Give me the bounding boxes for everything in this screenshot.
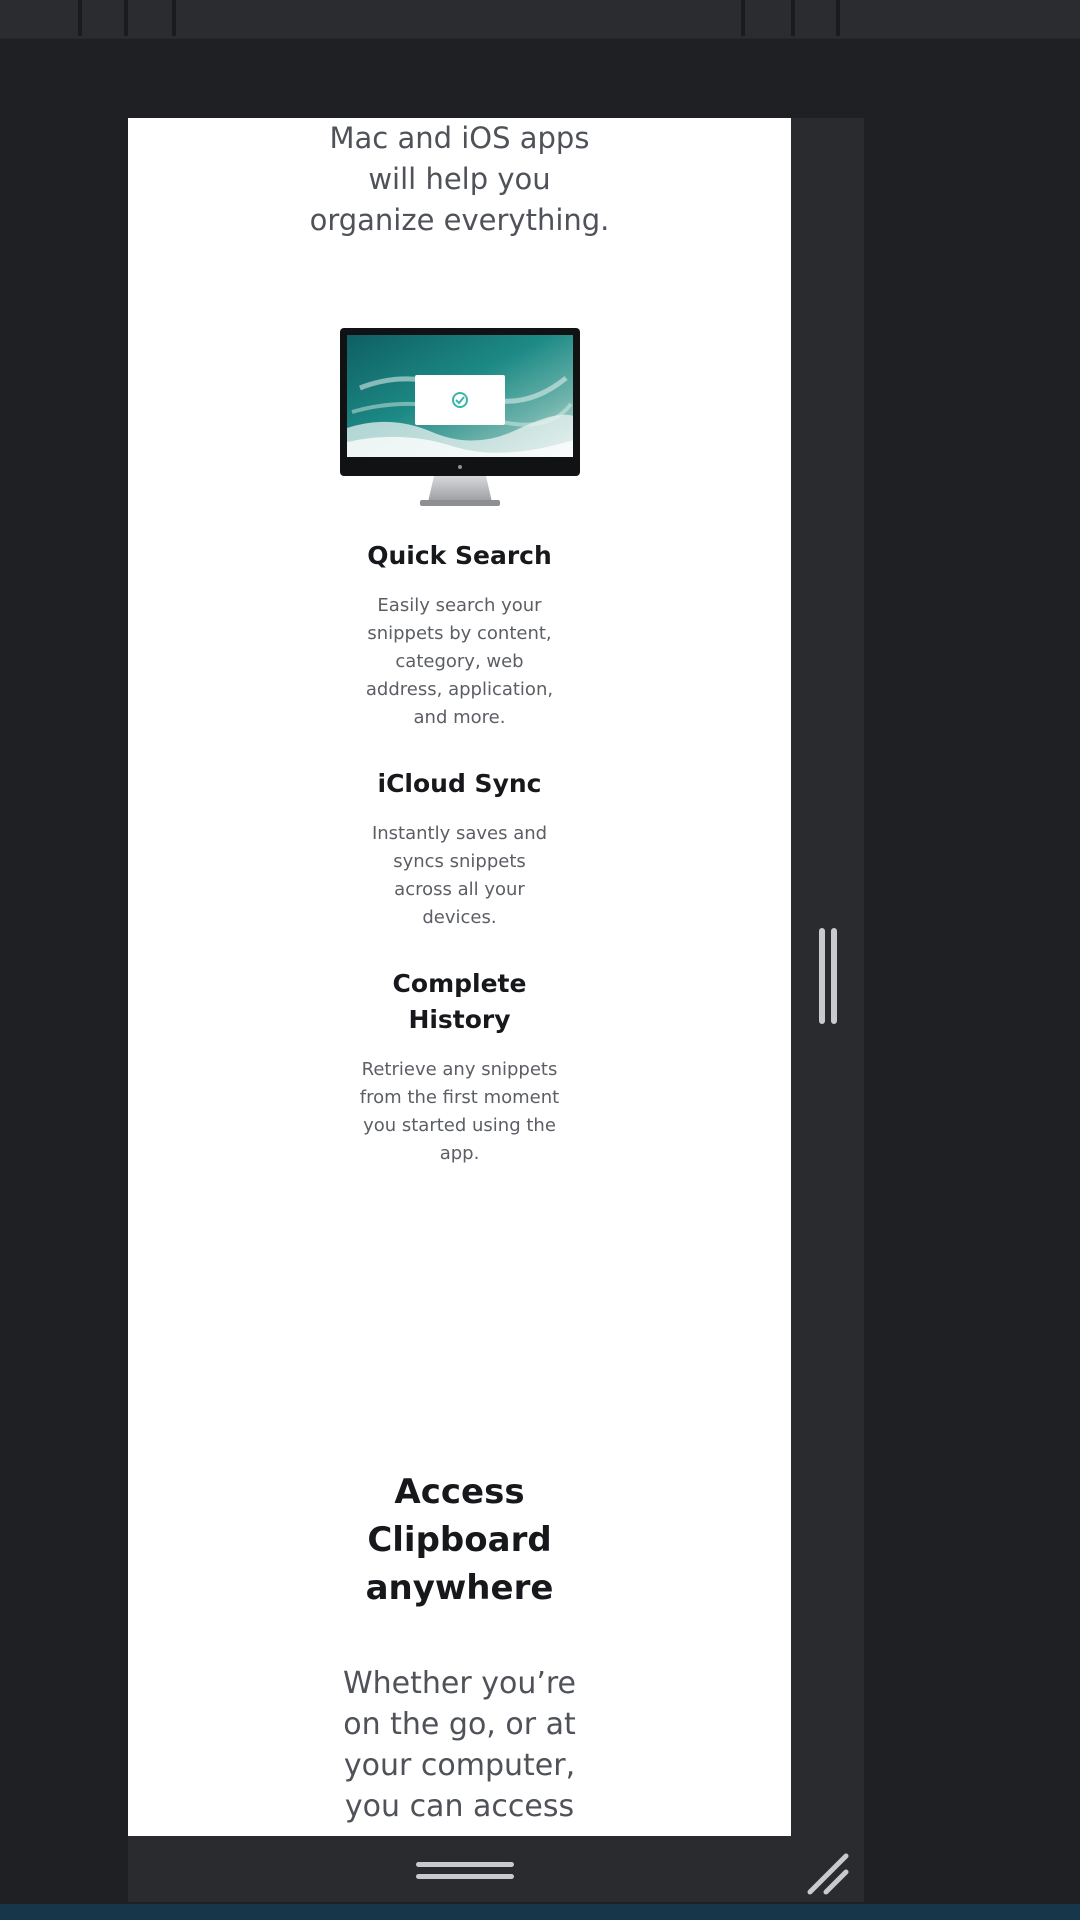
feature-title: Complete History: [392, 969, 527, 1034]
feature-complete-history: Complete History Retrieve any snippets f…: [338, 966, 581, 1168]
feature-description: Easily search your snippets by content, …: [365, 595, 554, 728]
vertical-resize-handle-icon[interactable]: [819, 928, 841, 1024]
toolbar-divider: [172, 0, 176, 36]
section-body-text: Whether you’re on the go, or at your com…: [342, 1666, 577, 1824]
feature-description: Retrieve any snippets from the first mom…: [359, 1059, 560, 1164]
toolbar-divider: [78, 0, 82, 36]
intro-text: Mac and iOS apps will help you organize …: [309, 121, 610, 237]
feature-title: iCloud Sync: [377, 769, 542, 798]
toolbar-divider: [741, 0, 745, 36]
desktop-monitor-illustration: [340, 328, 580, 510]
preview-page[interactable]: Mac and iOS apps will help you organize …: [128, 118, 791, 1836]
feature-icloud-sync: iCloud Sync Instantly saves and syncs sn…: [338, 766, 581, 932]
feature-description: Instantly saves and syncs snippets acros…: [371, 823, 548, 928]
bottom-status-strip: [0, 1904, 1080, 1920]
toolbar-divider: [791, 0, 795, 36]
horizontal-resize-handle-icon[interactable]: [416, 1862, 514, 1884]
feature-quick-search: Quick Search Easily search your snippets…: [338, 538, 581, 732]
feature-title: Quick Search: [367, 541, 552, 570]
section-title: Access Clipboard anywhere: [365, 1472, 554, 1608]
top-toolbar: [0, 0, 1080, 39]
responsive-preview-frame: Mac and iOS apps will help you organize …: [128, 118, 864, 1902]
toolbar-divider: [124, 0, 128, 36]
toolbar-divider: [836, 0, 840, 36]
corner-resize-handle-icon[interactable]: [802, 1848, 854, 1900]
